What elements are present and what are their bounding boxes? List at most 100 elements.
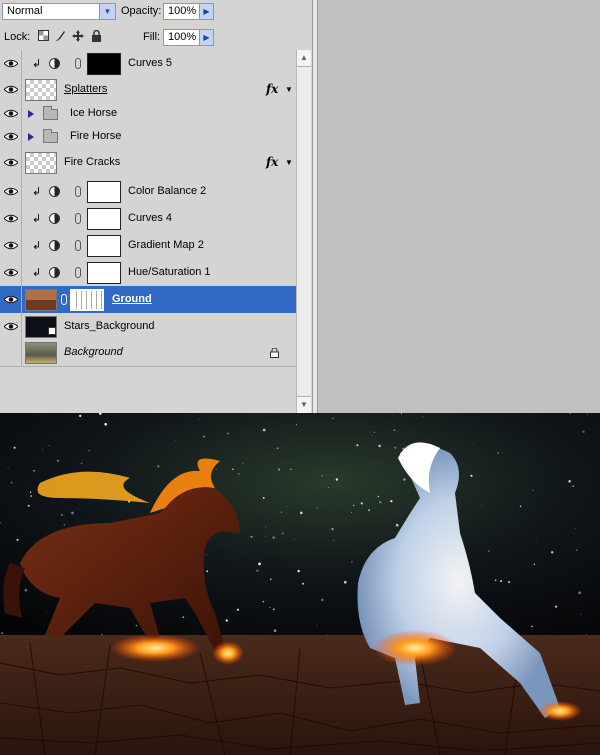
star (300, 511, 303, 515)
lock-all-icon[interactable] (90, 29, 102, 42)
layer-row[interactable]: ↲ Gradient Map 2 (0, 232, 296, 260)
layer-thumbnail[interactable] (25, 342, 57, 364)
star (135, 624, 138, 627)
chevron-down-icon[interactable]: ▼ (285, 158, 293, 167)
layer-row[interactable]: ↲ Curves 4 (0, 205, 296, 233)
opacity-slider-button[interactable]: ▶ (199, 3, 214, 20)
layer-thumbnail[interactable] (25, 152, 57, 174)
visibility-toggle[interactable] (0, 259, 22, 286)
star (48, 444, 50, 446)
star (33, 469, 35, 472)
star (470, 474, 473, 477)
lock-label: Lock: (4, 31, 31, 43)
star (551, 551, 554, 554)
star (360, 502, 363, 505)
layer-row[interactable]: Stars_Background (0, 313, 296, 341)
link-chain-icon[interactable] (75, 212, 81, 224)
star (104, 422, 108, 426)
star (24, 588, 28, 592)
link-chain-icon[interactable] (75, 57, 81, 69)
visibility-toggle[interactable] (0, 77, 22, 103)
layer-effects-icon[interactable]: fx (266, 82, 278, 96)
star (225, 619, 228, 622)
scrollbar[interactable]: ▲ ▼ (296, 50, 311, 413)
layer-mask-thumbnail[interactable] (87, 180, 121, 203)
star (393, 429, 396, 432)
visibility-toggle[interactable] (0, 125, 22, 148)
expand-arrow-icon[interactable] (28, 110, 34, 118)
star (568, 480, 571, 483)
layer-mask-thumbnail[interactable] (87, 234, 121, 257)
star (351, 511, 352, 513)
layer-row[interactable]: ↲ Color Balance 2 (0, 178, 296, 206)
layer-mask-thumbnail[interactable] (87, 261, 121, 284)
layer-row[interactable]: ↲ Curves 5 (0, 50, 296, 78)
link-chain-icon[interactable] (75, 185, 81, 197)
blend-mode-select[interactable]: Normal ▼ (2, 3, 116, 20)
layer-name: Gradient Map 2 (128, 238, 204, 251)
star (290, 468, 292, 471)
opacity-field[interactable]: 100% (163, 3, 201, 20)
visibility-toggle[interactable] (0, 205, 22, 232)
star (281, 532, 284, 535)
star (157, 465, 160, 468)
layer-row[interactable]: Ice Horse (0, 103, 296, 126)
star (232, 468, 234, 470)
star (256, 569, 259, 572)
visibility-toggle[interactable] (0, 286, 22, 313)
star (45, 610, 47, 612)
lock-move-icon[interactable] (72, 30, 84, 42)
fill-field[interactable]: 100% (163, 29, 201, 46)
adjustment-layer-icon (49, 57, 60, 69)
lock-brush-icon[interactable] (54, 30, 66, 42)
visibility-toggle[interactable] (0, 340, 22, 366)
star (250, 535, 253, 538)
link-chain-icon[interactable] (75, 266, 81, 278)
scroll-up-icon[interactable]: ▲ (297, 50, 311, 67)
star (365, 499, 367, 500)
star (79, 414, 82, 418)
layer-name: Curves 5 (128, 56, 173, 69)
star (63, 523, 66, 526)
star (269, 606, 271, 609)
fill-slider-button[interactable]: ▶ (199, 29, 214, 46)
chevron-down-icon[interactable]: ▼ (99, 4, 115, 19)
star (30, 495, 32, 497)
layer-thumbnail[interactable] (25, 288, 57, 311)
star (378, 500, 382, 504)
layer-thumbnail[interactable] (25, 79, 57, 101)
visibility-toggle[interactable] (0, 313, 22, 340)
layer-effects-icon[interactable]: fx (266, 155, 278, 169)
star (331, 527, 334, 531)
layer-row[interactable]: Splatters fx ▼ (0, 77, 296, 104)
star (215, 468, 217, 470)
scroll-down-icon[interactable]: ▼ (297, 396, 311, 413)
layer-mask-thumbnail[interactable] (87, 52, 121, 75)
visibility-toggle[interactable] (0, 50, 22, 77)
star (262, 600, 265, 603)
expand-arrow-icon[interactable] (28, 132, 34, 141)
chevron-down-icon[interactable]: ▼ (285, 85, 293, 94)
layer-mask-thumbnail[interactable] (87, 207, 121, 230)
star (238, 476, 239, 478)
star (487, 550, 490, 553)
star (373, 431, 376, 434)
layer-row[interactable]: Background (0, 340, 296, 367)
lock-transparent-icon[interactable] (37, 30, 49, 42)
visibility-toggle[interactable] (0, 178, 22, 205)
visibility-toggle[interactable] (0, 148, 22, 178)
visibility-toggle[interactable] (0, 232, 22, 259)
layer-name: Stars_Background (64, 319, 155, 332)
star (392, 414, 394, 416)
layer-mask-thumbnail[interactable] (70, 288, 104, 311)
star (276, 447, 279, 450)
layer-row[interactable]: Ground (0, 286, 296, 314)
layer-row[interactable]: Fire Cracks fx ▼ (0, 148, 296, 179)
layer-row[interactable]: Fire Horse (0, 125, 296, 149)
layer-row[interactable]: ↲ Hue/Saturation 1 (0, 259, 296, 287)
visibility-toggle[interactable] (0, 103, 22, 125)
star (237, 472, 240, 475)
star (481, 505, 482, 507)
link-chain-icon[interactable] (61, 293, 67, 305)
link-chain-icon[interactable] (75, 239, 81, 251)
